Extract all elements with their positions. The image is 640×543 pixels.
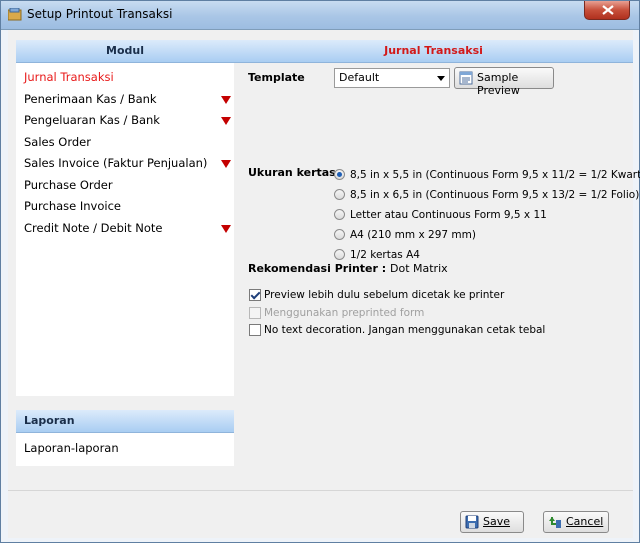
- printer-value: Dot Matrix: [390, 262, 448, 275]
- paper-size-option-label: Letter atau Continuous Form 9,5 x 11: [350, 209, 547, 221]
- paper-size-option-label: A4 (210 mm x 297 mm): [350, 229, 476, 241]
- chevron-down-icon: [437, 76, 445, 81]
- radio-button[interactable]: [334, 229, 345, 240]
- checkbox[interactable]: [249, 289, 261, 301]
- radio-button[interactable]: [334, 209, 345, 220]
- laporan-header: Laporan: [16, 410, 234, 433]
- paper-size-label: Ukuran kertas: [248, 166, 336, 179]
- expand-arrow-icon[interactable]: [221, 95, 231, 104]
- footer-divider: [8, 490, 633, 491]
- save-label: Save: [483, 515, 511, 528]
- modul-item-label: Credit Note / Debit Note: [24, 220, 163, 235]
- modul-item[interactable]: Sales Order: [16, 132, 234, 154]
- checkbox: [249, 307, 261, 319]
- expand-arrow-icon[interactable]: [221, 224, 231, 233]
- print-option-label: Preview lebih dulu sebelum dicetak ke pr…: [264, 289, 505, 301]
- modul-item[interactable]: Credit Note / Debit Note: [16, 218, 234, 240]
- modul-item-label: Penerimaan Kas / Bank: [24, 91, 157, 106]
- close-icon: [602, 5, 614, 15]
- printer-label: Rekomendasi Printer :: [248, 262, 387, 275]
- radio-button[interactable]: [334, 169, 345, 180]
- sample-preview-button[interactable]: Sample Preview: [454, 67, 554, 97]
- sample-preview-label: Sample Preview: [477, 71, 520, 97]
- modul-item-label: Jurnal Transaksi: [24, 70, 114, 84]
- dialog-window: Setup Printout Transaksi Modul Jurnal Tr…: [0, 0, 640, 543]
- modul-item[interactable]: Penerimaan Kas / Bank: [16, 89, 234, 111]
- print-option-label: No text decoration. Jangan menggunakan c…: [264, 324, 546, 336]
- window-title: Setup Printout Transaksi: [27, 7, 173, 21]
- modul-item-label: Purchase Order: [24, 177, 113, 192]
- save-icon: [465, 515, 479, 529]
- modul-item[interactable]: Purchase Invoice: [16, 196, 234, 218]
- print-option-label: Menggunakan preprinted form: [264, 307, 425, 319]
- modul-item[interactable]: Purchase Order: [16, 175, 234, 197]
- paper-size-option-label: 8,5 in x 6,5 in (Continuous Form 9,5 x 1…: [350, 189, 640, 201]
- laporan-item[interactable]: Laporan-laporan: [16, 433, 234, 463]
- close-button[interactable]: [584, 1, 630, 20]
- template-value: Default: [339, 71, 380, 84]
- modul-item-label: Sales Order: [24, 134, 91, 149]
- modul-item-label: Purchase Invoice: [24, 199, 121, 213]
- dialog-body: Modul Jurnal Transaksi Penerimaan Kas / B…: [8, 30, 640, 538]
- modul-item[interactable]: Jurnal Transaksi: [16, 67, 234, 89]
- modul-item-label: Pengeluaran Kas / Bank: [24, 113, 160, 127]
- app-icon: [8, 8, 22, 21]
- section-header: Jurnal Transaksi: [234, 40, 633, 63]
- undo-icon: [549, 517, 561, 528]
- template-label: Template: [248, 71, 305, 84]
- cancel-button[interactable]: Cancel: [543, 511, 609, 533]
- title-bar[interactable]: Setup Printout Transaksi: [1, 1, 639, 30]
- template-select[interactable]: Default: [334, 68, 450, 88]
- checkbox[interactable]: [249, 324, 261, 336]
- modul-item[interactable]: Sales Invoice (Faktur Penjualan): [16, 153, 234, 175]
- paper-size-option-label: 8,5 in x 5,5 in (Continuous Form 9,5 x 1…: [350, 169, 640, 181]
- save-button[interactable]: Save: [460, 511, 524, 533]
- radio-button[interactable]: [334, 249, 345, 260]
- preview-icon: [459, 71, 473, 85]
- modul-list: Jurnal Transaksi Penerimaan Kas / Bank Pen…: [16, 63, 234, 239]
- modul-panel: Modul Jurnal Transaksi Penerimaan Kas / B…: [16, 40, 234, 396]
- radio-button[interactable]: [334, 189, 345, 200]
- cancel-label: Cancel: [566, 515, 604, 528]
- modul-item-label: Sales Invoice (Faktur Penjualan): [24, 156, 208, 170]
- expand-arrow-icon[interactable]: [221, 160, 231, 168]
- modul-item[interactable]: Pengeluaran Kas / Bank: [16, 110, 234, 132]
- expand-arrow-icon[interactable]: [221, 117, 231, 125]
- paper-size-option-label: 1/2 kertas A4: [350, 249, 420, 261]
- laporan-panel: Laporan Laporan-laporan: [16, 410, 234, 466]
- modul-header: Modul: [16, 40, 234, 63]
